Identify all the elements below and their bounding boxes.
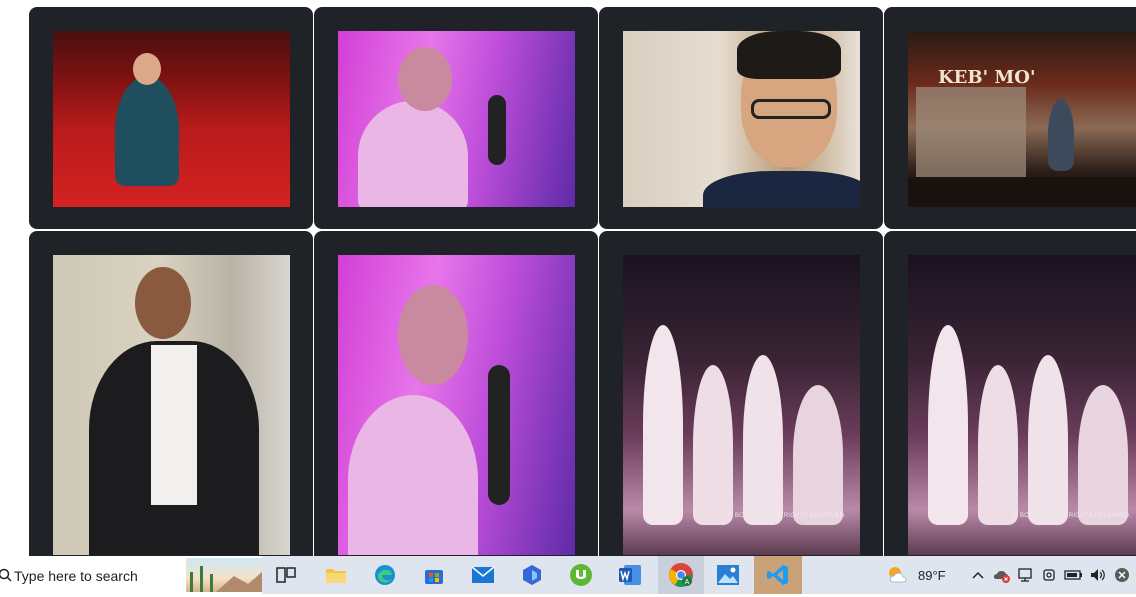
man-head	[135, 267, 191, 339]
stage-performance-photo[interactable]: KEB' MO'	[908, 31, 1136, 207]
network-icon[interactable]	[1014, 561, 1038, 589]
glasses-portrait-photo[interactable]	[623, 31, 860, 207]
person-figure	[115, 76, 179, 186]
dancer-figure	[1078, 385, 1128, 525]
word-icon[interactable]	[616, 561, 644, 589]
store-icon[interactable]	[420, 561, 448, 589]
svg-text:A: A	[685, 579, 690, 586]
shirt-shape	[151, 345, 197, 505]
search-placeholder: Type here to search	[14, 568, 138, 584]
image-card[interactable]	[314, 231, 598, 556]
singer-figure	[358, 101, 468, 207]
watermark-text: © BCCL 2023. ALL RIGHTS RESERVED.	[1013, 513, 1131, 519]
dance-performance-photo[interactable]: © BCCL 2023. ALL RIGHTS RESERVED.	[623, 255, 860, 555]
dancer-figure	[928, 325, 968, 525]
smiling-man-photo[interactable]	[53, 255, 290, 555]
task-view-icon[interactable]	[272, 561, 300, 589]
dancer-figure	[643, 325, 683, 525]
copilot-icon[interactable]	[518, 561, 546, 589]
singer-head	[398, 47, 452, 111]
microphone-icon	[488, 95, 506, 165]
image-card[interactable]	[314, 7, 598, 229]
meet-now-icon[interactable]	[1038, 561, 1062, 589]
taskbar-search-box[interactable]: Type here to search	[0, 556, 262, 594]
edge-icon[interactable]	[371, 561, 399, 589]
volume-icon[interactable]	[1086, 561, 1110, 589]
dancer-figure	[978, 365, 1018, 525]
close-circle-icon[interactable]	[1110, 561, 1134, 589]
image-card[interactable]	[599, 7, 883, 229]
battery-icon[interactable]	[1062, 561, 1086, 589]
utorrent-icon[interactable]	[567, 561, 595, 589]
weather-icon[interactable]	[884, 561, 912, 589]
image-card[interactable]: © BCCL 2023. ALL RIGHTS RESERVED.	[884, 231, 1136, 556]
guitarist-figure	[1048, 99, 1074, 171]
person-head	[133, 53, 161, 85]
dancer-figure	[693, 365, 733, 525]
microphone-icon	[488, 365, 510, 505]
image-card[interactable]: KEB' MO'	[884, 7, 1136, 229]
chrome-icon[interactable]: A	[658, 556, 704, 594]
chevron-up-icon[interactable]	[966, 561, 990, 589]
file-explorer-icon[interactable]	[322, 561, 350, 589]
glasses-icon	[751, 99, 831, 119]
dancer-figure	[743, 355, 783, 525]
singer-studio-photo-2[interactable]	[338, 255, 575, 555]
search-icon	[0, 568, 12, 587]
stage-floor	[908, 177, 1136, 207]
singer-studio-photo[interactable]	[338, 31, 575, 207]
watermark-text: © BCCL 2023. ALL RIGHTS RESERVED.	[728, 513, 846, 519]
dancer-figure	[793, 385, 843, 525]
taskbar: Type here to search A 89°F	[0, 556, 1136, 594]
image-card[interactable]	[29, 231, 313, 556]
dance-performance-photo-2[interactable]: © BCCL 2023. ALL RIGHTS RESERVED.	[908, 255, 1136, 555]
stage-sign: KEB' MO'	[938, 67, 1036, 88]
photos-icon[interactable]	[714, 561, 742, 589]
suit-shape	[703, 171, 860, 207]
weather-temperature[interactable]: 89°F	[918, 568, 946, 583]
onedrive-error-icon[interactable]	[990, 561, 1014, 589]
search-highlight-image	[186, 558, 262, 592]
dancer-figure	[1028, 355, 1068, 525]
theater-seats-photo[interactable]	[53, 31, 290, 207]
image-card[interactable]: © BCCL 2023. ALL RIGHTS RESERVED.	[599, 231, 883, 556]
image-grid: KEB' MO' © BCCL 2023. ALL RIGHTS RESERVE…	[0, 0, 1136, 556]
stage-set	[916, 87, 1026, 177]
singer-head	[398, 285, 468, 385]
hair-shape	[737, 31, 841, 79]
singer-figure	[348, 395, 478, 555]
mail-icon[interactable]	[469, 561, 497, 589]
vscode-icon[interactable]	[754, 556, 802, 594]
image-card[interactable]	[29, 7, 313, 229]
